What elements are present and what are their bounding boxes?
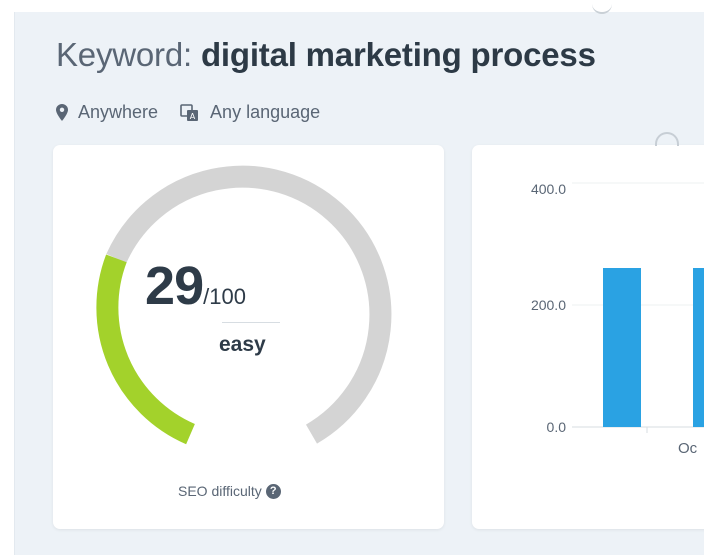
search-volume-chart: [572, 182, 704, 433]
y-tick-label: 0.0: [546, 419, 566, 435]
chart-bar[interactable]: [693, 268, 704, 427]
chart-bar[interactable]: [603, 268, 641, 427]
x-tick-label: Oc: [678, 440, 698, 457]
y-tick-label: 400.0: [530, 181, 566, 197]
y-tick-label: 200.0: [530, 297, 566, 313]
